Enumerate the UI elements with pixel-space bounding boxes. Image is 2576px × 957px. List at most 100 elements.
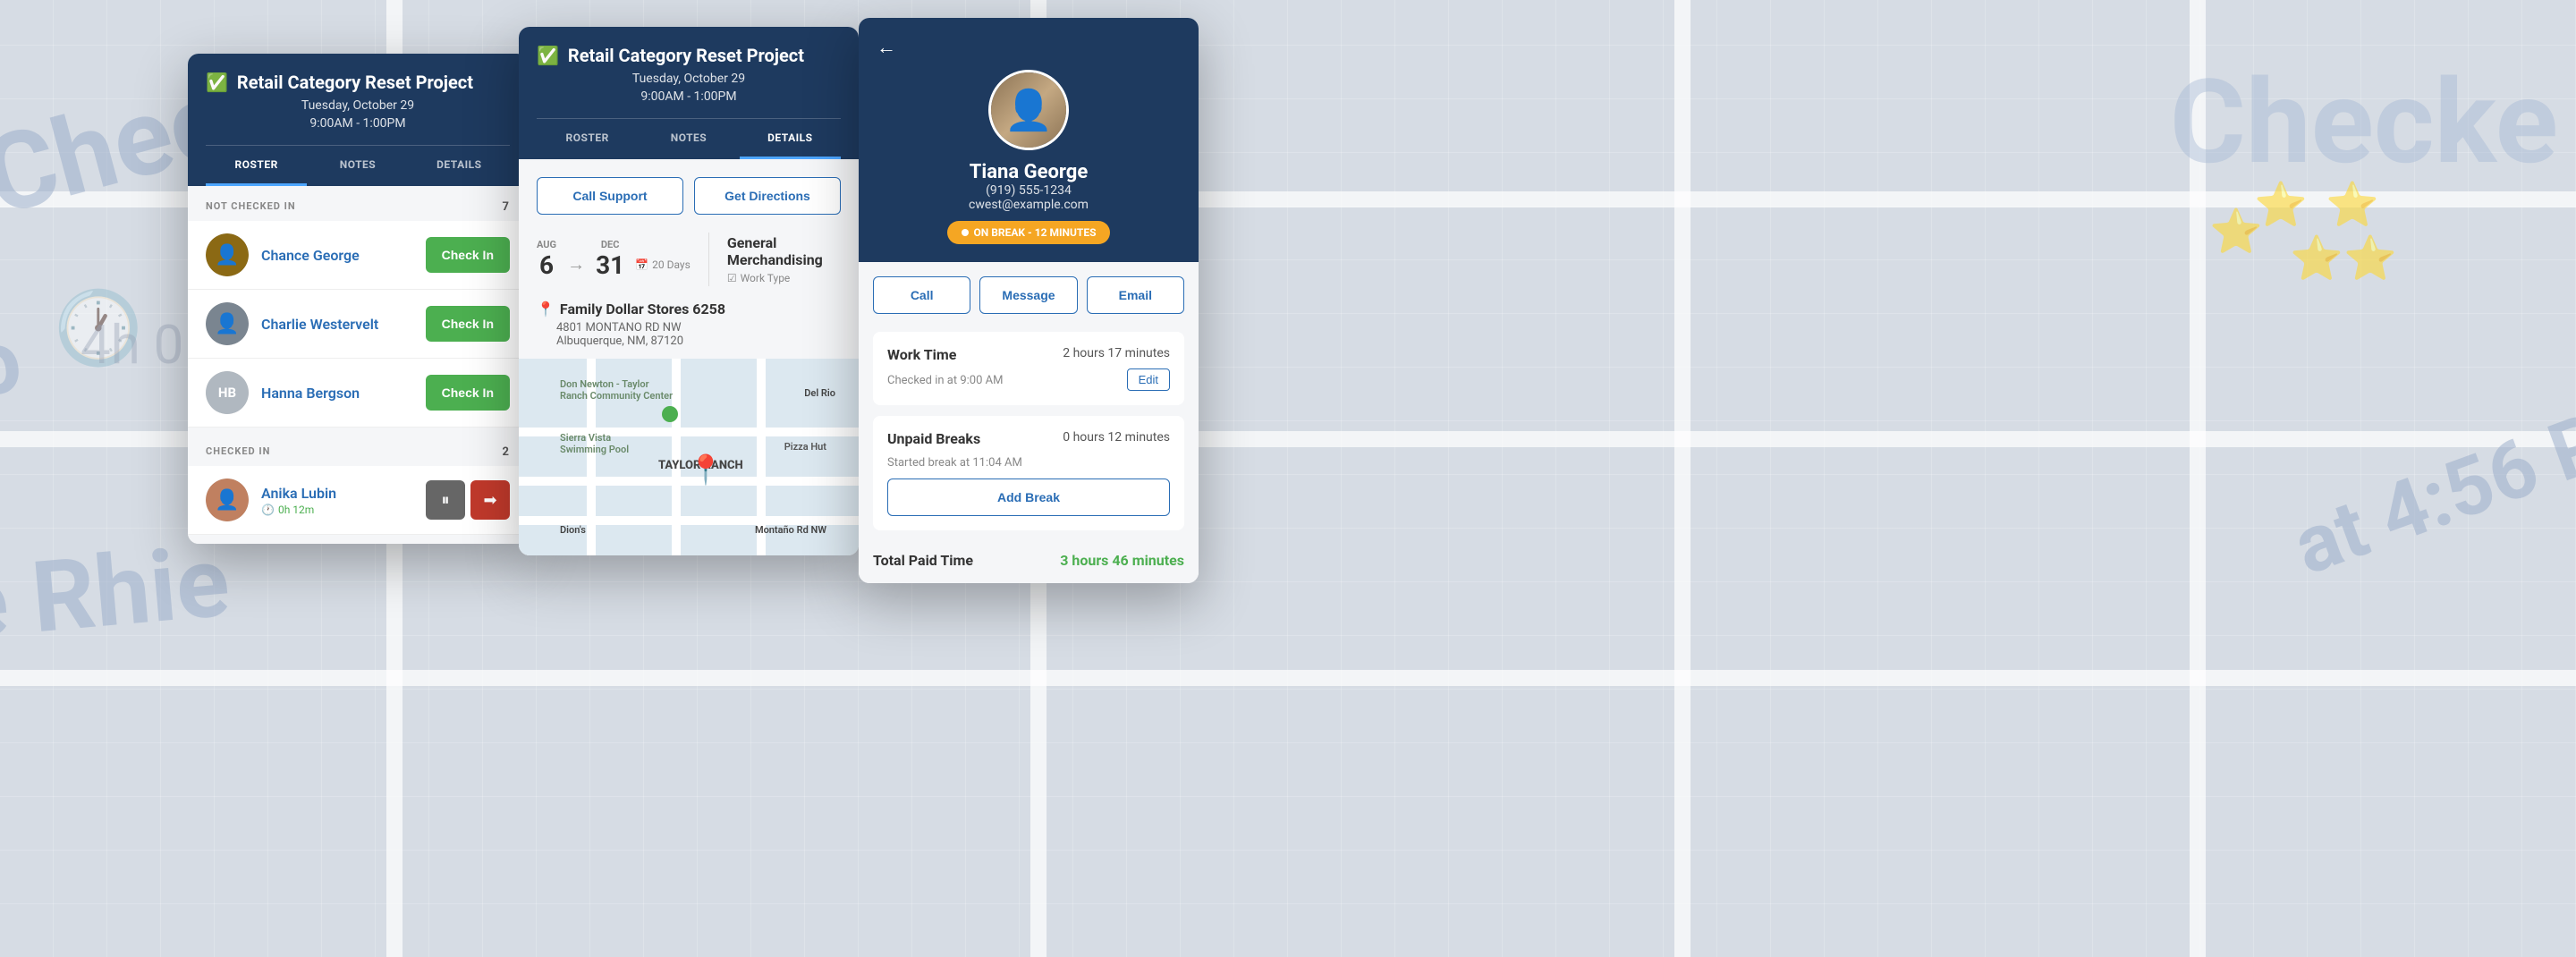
name-charlie[interactable]: Charlie Westervelt <box>261 316 413 333</box>
name-anika[interactable]: Anika Lubin <box>261 485 336 502</box>
detail-actions: Call Support Get Directions <box>519 159 859 233</box>
roster-item-hanna: HB Hanna Bergson Check In <box>188 359 528 428</box>
work-time-label: Work Time <box>887 346 956 363</box>
emp-header-top: ← <box>877 36 1181 59</box>
avatar-anika: 👤 <box>206 478 249 521</box>
emp-header: ← 👤 Tiana George (919) 555-1234 cwest@ex… <box>859 18 1199 262</box>
email-btn[interactable]: Email <box>1087 276 1184 314</box>
panel-center-title-row: ✅ Retail Category Reset Project <box>537 45 841 66</box>
work-type-subtitle: ☑ Work Type <box>727 272 841 284</box>
get-directions-btn[interactable]: Get Directions <box>694 177 841 215</box>
days-label: 📅 20 Days <box>635 258 691 271</box>
emp-name: Tiana George <box>970 161 1088 183</box>
check-in-btn-charlie[interactable]: Check In <box>426 306 510 342</box>
detail-info: AUG 6 → DEC 31 📅 20 Days General Merchan… <box>519 233 859 301</box>
check-in-btn-hanna[interactable]: Check In <box>426 375 510 411</box>
work-time-row: Work Time 2 hours 17 minutes <box>887 346 1170 363</box>
anika-info: Anika Lubin 🕐 0h 12m <box>261 485 413 516</box>
panel-center-title: Retail Category Reset Project <box>568 45 804 66</box>
checkin-row: Checked in at 9:00 AM Edit <box>887 368 1170 391</box>
panel-left-header: ✅ Retail Category Reset Project Tuesday,… <box>188 54 528 186</box>
back-button[interactable]: ← <box>877 36 896 59</box>
checkin-label: Checked in at 9:00 AM <box>887 374 1003 387</box>
break-start-label: Started break at 11:04 AM <box>887 456 1022 470</box>
total-value: 3 hours 46 minutes <box>1060 552 1184 569</box>
emp-body: Call Message Email Work Time 2 hours 17 … <box>859 262 1199 583</box>
checked-in-label: CHECKED IN 2 <box>188 431 528 466</box>
call-support-btn[interactable]: Call Support <box>537 177 683 215</box>
panel-left-body: NOT CHECKED IN 7 👤 Chance George Check I… <box>188 186 528 544</box>
edit-btn[interactable]: Edit <box>1127 368 1170 391</box>
checklist-icon-center: ✅ <box>537 45 559 66</box>
total-row: Total Paid Time 3 hours 46 minutes <box>873 541 1184 569</box>
unpaid-breaks-section: Unpaid Breaks 0 hours 12 minutes Started… <box>873 416 1184 530</box>
tab-notes-left[interactable]: NOTES <box>307 146 408 186</box>
tab-roster-center[interactable]: ROSTER <box>537 119 638 159</box>
work-type-block: General Merchandising ☑ Work Type <box>727 234 841 284</box>
check-in-btn-chance[interactable]: Check In <box>426 237 510 273</box>
checkout-btn-anika[interactable]: ➡ <box>470 480 510 520</box>
panel-center-header: ✅ Retail Category Reset Project Tuesday,… <box>519 27 859 159</box>
location-address1: 4801 MONTANO RD NW <box>556 321 841 335</box>
panel-center-body: Call Support Get Directions AUG 6 → DEC … <box>519 159 859 555</box>
tab-details-left[interactable]: DETAILS <box>409 146 510 186</box>
work-time-section: Work Time 2 hours 17 minutes Checked in … <box>873 332 1184 405</box>
panel-center-time: 9:00AM - 1:00PM <box>537 89 841 104</box>
emp-phone: (919) 555-1234 <box>986 183 1072 198</box>
location-name: 📍 Family Dollar Stores 6258 <box>537 301 841 318</box>
avatar-hanna: HB <box>206 371 249 414</box>
end-date-block: DEC 31 <box>596 239 624 280</box>
location-address2: Albuquerque, NM, 87120 <box>556 335 841 348</box>
detail-divider <box>708 233 709 286</box>
break-start-row: Started break at 11:04 AM <box>887 453 1170 470</box>
name-hanna[interactable]: Hanna Bergson <box>261 385 413 402</box>
not-checked-in-label: NOT CHECKED IN 7 <box>188 186 528 221</box>
emp-action-row: Call Message Email <box>873 276 1184 314</box>
checklist-icon: ✅ <box>206 72 228 93</box>
unpaid-breaks-value: 0 hours 12 minutes <box>1063 430 1170 445</box>
panel-center: ✅ Retail Category Reset Project Tuesday,… <box>519 27 859 555</box>
end-month: DEC <box>596 239 624 250</box>
map-preview: Don Newton - TaylorRanch Community Cente… <box>519 359 859 555</box>
start-date-block: AUG 6 <box>537 239 556 280</box>
roster-item-chance: 👤 Chance George Check In <box>188 221 528 290</box>
avatar-charlie: 👤 <box>206 302 249 345</box>
end-day: 31 <box>596 250 624 280</box>
tab-notes-center[interactable]: NOTES <box>638 119 739 159</box>
map-inner: Don Newton - TaylorRanch Community Cente… <box>519 359 859 555</box>
panel-left-tabs: ROSTER NOTES DETAILS <box>206 145 510 186</box>
pause-btn-anika[interactable]: ⏸ <box>426 480 465 520</box>
panel-left-date: Tuesday, October 29 <box>206 98 510 113</box>
start-month: AUG <box>537 239 556 250</box>
panel-center-date: Tuesday, October 29 <box>537 72 841 86</box>
panel-right: ← 👤 Tiana George (919) 555-1234 cwest@ex… <box>859 18 1199 583</box>
call-btn[interactable]: Call <box>873 276 970 314</box>
message-btn[interactable]: Message <box>979 276 1077 314</box>
panel-left-title-row: ✅ Retail Category Reset Project <box>206 72 510 93</box>
location-block: 📍 Family Dollar Stores 6258 4801 MONTANO… <box>519 301 859 359</box>
add-break-btn[interactable]: Add Break <box>887 478 1170 516</box>
panel-left-title: Retail Category Reset Project <box>237 72 473 93</box>
start-day: 6 <box>537 250 556 280</box>
roster-item-charlie: 👤 Charlie Westervelt Check In <box>188 290 528 359</box>
panel-left: ✅ Retail Category Reset Project Tuesday,… <box>188 54 528 544</box>
panel-left-time: 9:00AM - 1:00PM <box>206 116 510 131</box>
anika-action-btns: ⏸ ➡ <box>426 480 510 520</box>
roster-item-anika: 👤 Anika Lubin 🕐 0h 12m ⏸ ➡ <box>188 466 528 535</box>
emp-email: cwest@example.com <box>969 198 1089 212</box>
emp-avatar-face: 👤 <box>991 72 1066 148</box>
unpaid-breaks-label: Unpaid Breaks <box>887 430 980 447</box>
emp-status-badge: ON BREAK - 12 MINUTES <box>947 221 1111 244</box>
detail-dates: AUG 6 → DEC 31 📅 20 Days <box>537 239 691 280</box>
avatar-chance: 👤 <box>206 233 249 276</box>
tab-details-center[interactable]: DETAILS <box>740 119 841 159</box>
date-arrow-icon: → <box>567 253 585 275</box>
work-type-title: General Merchandising <box>727 234 841 268</box>
name-chance[interactable]: Chance George <box>261 247 413 264</box>
panel-center-tabs: ROSTER NOTES DETAILS <box>537 118 841 159</box>
unpaid-breaks-row: Unpaid Breaks 0 hours 12 minutes <box>887 430 1170 447</box>
work-time-value: 2 hours 17 minutes <box>1063 346 1170 360</box>
tab-roster-left[interactable]: ROSTER <box>206 146 307 186</box>
emp-avatar: 👤 <box>988 70 1069 150</box>
total-label: Total Paid Time <box>873 552 973 569</box>
